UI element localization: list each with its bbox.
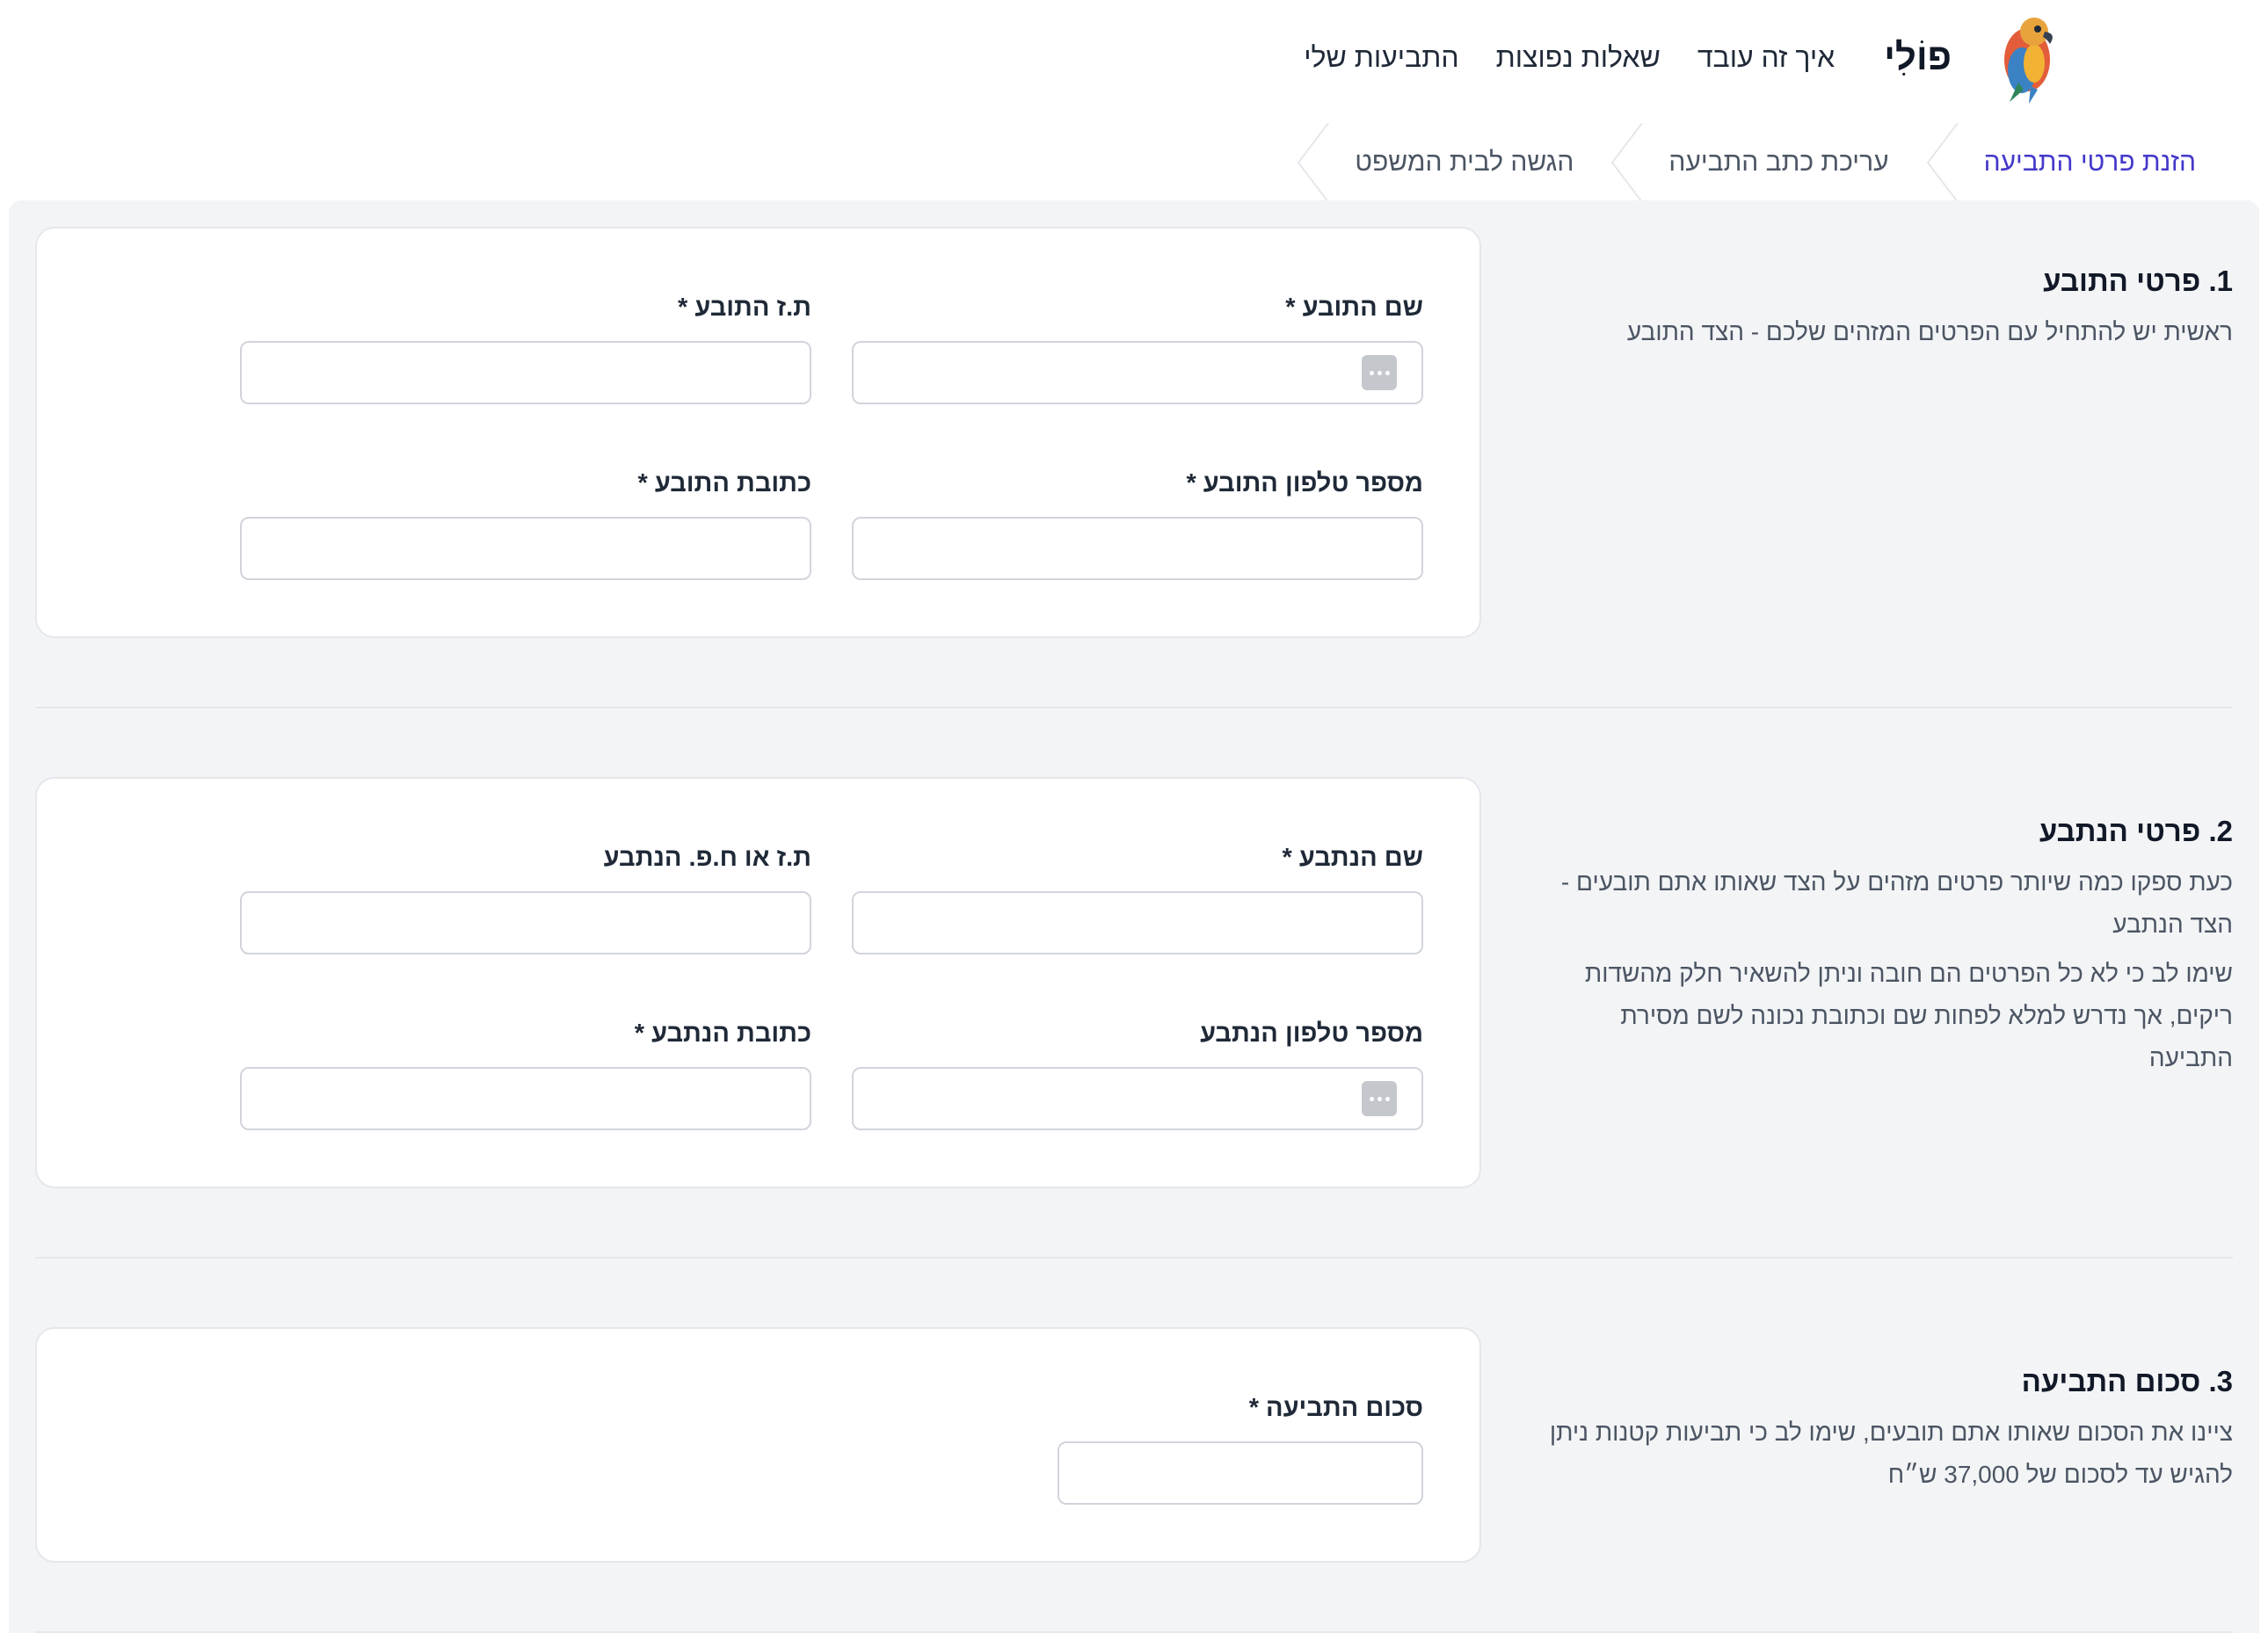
plaintiff-address-input[interactable] (240, 517, 811, 580)
defendant-phone-input[interactable] (852, 1067, 1423, 1130)
brand-name[interactable]: פוֹלִי (1884, 36, 1952, 78)
defendant-address-field: כתובת הנתבע * (240, 1016, 811, 1132)
section-description: כעת ספקו כמה שיותר פרטים מזהים על הצד שא… (1560, 868, 2233, 938)
parrot-logo-icon[interactable] (1983, 9, 2071, 105)
field-label: כתובת התובע * (637, 469, 811, 497)
field-label: סכום התביעה * (1248, 1394, 1423, 1422)
claim-amount-section: 3. סכום התביעה ציינו את הסכום שאותו אתם … (35, 1327, 2233, 1564)
plaintiff-name-field: שם התובע * (852, 290, 1423, 406)
more-horizontal-icon[interactable] (1362, 1081, 1397, 1116)
section-title: 3. סכום התביעה (2021, 1365, 2233, 1397)
claim-amount-field: סכום התביעה * (1058, 1390, 1423, 1506)
step-label: עריכת כתב התביעה (1668, 148, 1889, 177)
nav-how-it-works[interactable]: איך זה עובד (1697, 41, 1835, 74)
plaintiff-phone-field: מספר טלפון התובע * (852, 466, 1423, 582)
chevron-left-icon (1926, 123, 1959, 202)
claim-form-panel: 1. פרטי התובע ראשית יש להתחיל עם הפרטים … (9, 200, 2259, 1633)
section-description: ציינו את הסכום שאותו אתם תובעים, שימו לב… (1549, 1419, 2233, 1488)
defendant-id-input[interactable] (240, 891, 811, 954)
field-label: ת.ז או ח.פ. הנתבע (603, 844, 811, 872)
plaintiff-id-input[interactable] (240, 341, 811, 404)
field-label: מספר טלפון הנתבע (1200, 1020, 1423, 1048)
step-submit-court[interactable]: הגשה לבית המשפט (1297, 123, 1610, 202)
defendant-card: שם הנתבע * ת.ז או ח.פ. הנתבע מספר טלפון … (35, 777, 1481, 1188)
field-label: שם הנתבע * (1282, 844, 1423, 872)
section-description: ראשית יש להתחיל עם הפרטים המזהים שלכם - … (1626, 318, 2233, 345)
plaintiff-section-intro: 1. פרטי התובע ראשית יש להתחיל עם הפרטים … (1538, 262, 2233, 353)
section-divider (35, 707, 2233, 708)
plaintiff-card: שם התובע * ת.ז התובע * מספר טלפון התובע … (35, 227, 1481, 638)
plaintiff-address-field: כתובת התובע * (240, 466, 811, 582)
section-title: 1. פרטי התובע (2043, 265, 2233, 297)
chevron-left-icon (1611, 123, 1644, 202)
top-navigation: פוֹלִי איך זה עובד שאלות נפוצות התביעות … (0, 0, 2268, 114)
plaintiff-phone-input[interactable] (852, 517, 1423, 580)
defendant-name-field: שם הנתבע * (852, 840, 1423, 956)
step-label: הזנת פרטי התביעה (1983, 148, 2196, 177)
field-label: ת.ז התובע * (678, 294, 811, 322)
section-title: 2. פרטי הנתבע (2039, 815, 2233, 847)
more-horizontal-icon[interactable] (1362, 355, 1397, 390)
claim-amount-input[interactable] (1058, 1441, 1423, 1505)
plaintiff-id-field: ת.ז התובע * (240, 290, 811, 406)
defendant-phone-field: מספר טלפון הנתבע (852, 1016, 1423, 1132)
field-label: שם התובע * (1285, 294, 1423, 322)
step-enter-details[interactable]: הזנת פרטי התביעה (1926, 123, 2233, 202)
defendant-section-intro: 2. פרטי הנתבע כעת ספקו כמה שיותר פרטים מ… (1538, 812, 2233, 1079)
step-label: הגשה לבית המשפט (1355, 148, 1574, 177)
defendant-name-input[interactable] (852, 891, 1423, 954)
claim-amount-card: סכום התביעה * (35, 1327, 1481, 1563)
step-edit-claim[interactable]: עריכת כתב התביעה (1610, 123, 1925, 202)
section-divider (35, 1257, 2233, 1259)
defendant-address-input[interactable] (240, 1067, 811, 1130)
defendant-section: 2. פרטי הנתבע כעת ספקו כמה שיותר פרטים מ… (35, 777, 2233, 1190)
nav-faq[interactable]: שאלות נפוצות (1496, 41, 1661, 74)
claim-amount-section-intro: 3. סכום התביעה ציינו את הסכום שאותו אתם … (1538, 1362, 2233, 1496)
defendant-id-field: ת.ז או ח.פ. הנתבע (240, 840, 811, 956)
section-description: שימו לב כי לא כל הפרטים הם חובה וניתן לה… (1584, 960, 2233, 1071)
field-label: מספר טלפון התובע * (1186, 469, 1423, 497)
plaintiff-name-input[interactable] (852, 341, 1423, 404)
field-label: כתובת הנתבע * (634, 1020, 811, 1048)
steps-breadcrumb: הזנת פרטי התביעה עריכת כתב התביעה הגשה ל… (1297, 123, 2233, 202)
plaintiff-section: 1. פרטי התובע ראשית יש להתחיל עם הפרטים … (35, 227, 2233, 640)
nav-my-claims[interactable]: התביעות שלי (1304, 41, 1458, 74)
chevron-left-icon (1298, 123, 1330, 202)
